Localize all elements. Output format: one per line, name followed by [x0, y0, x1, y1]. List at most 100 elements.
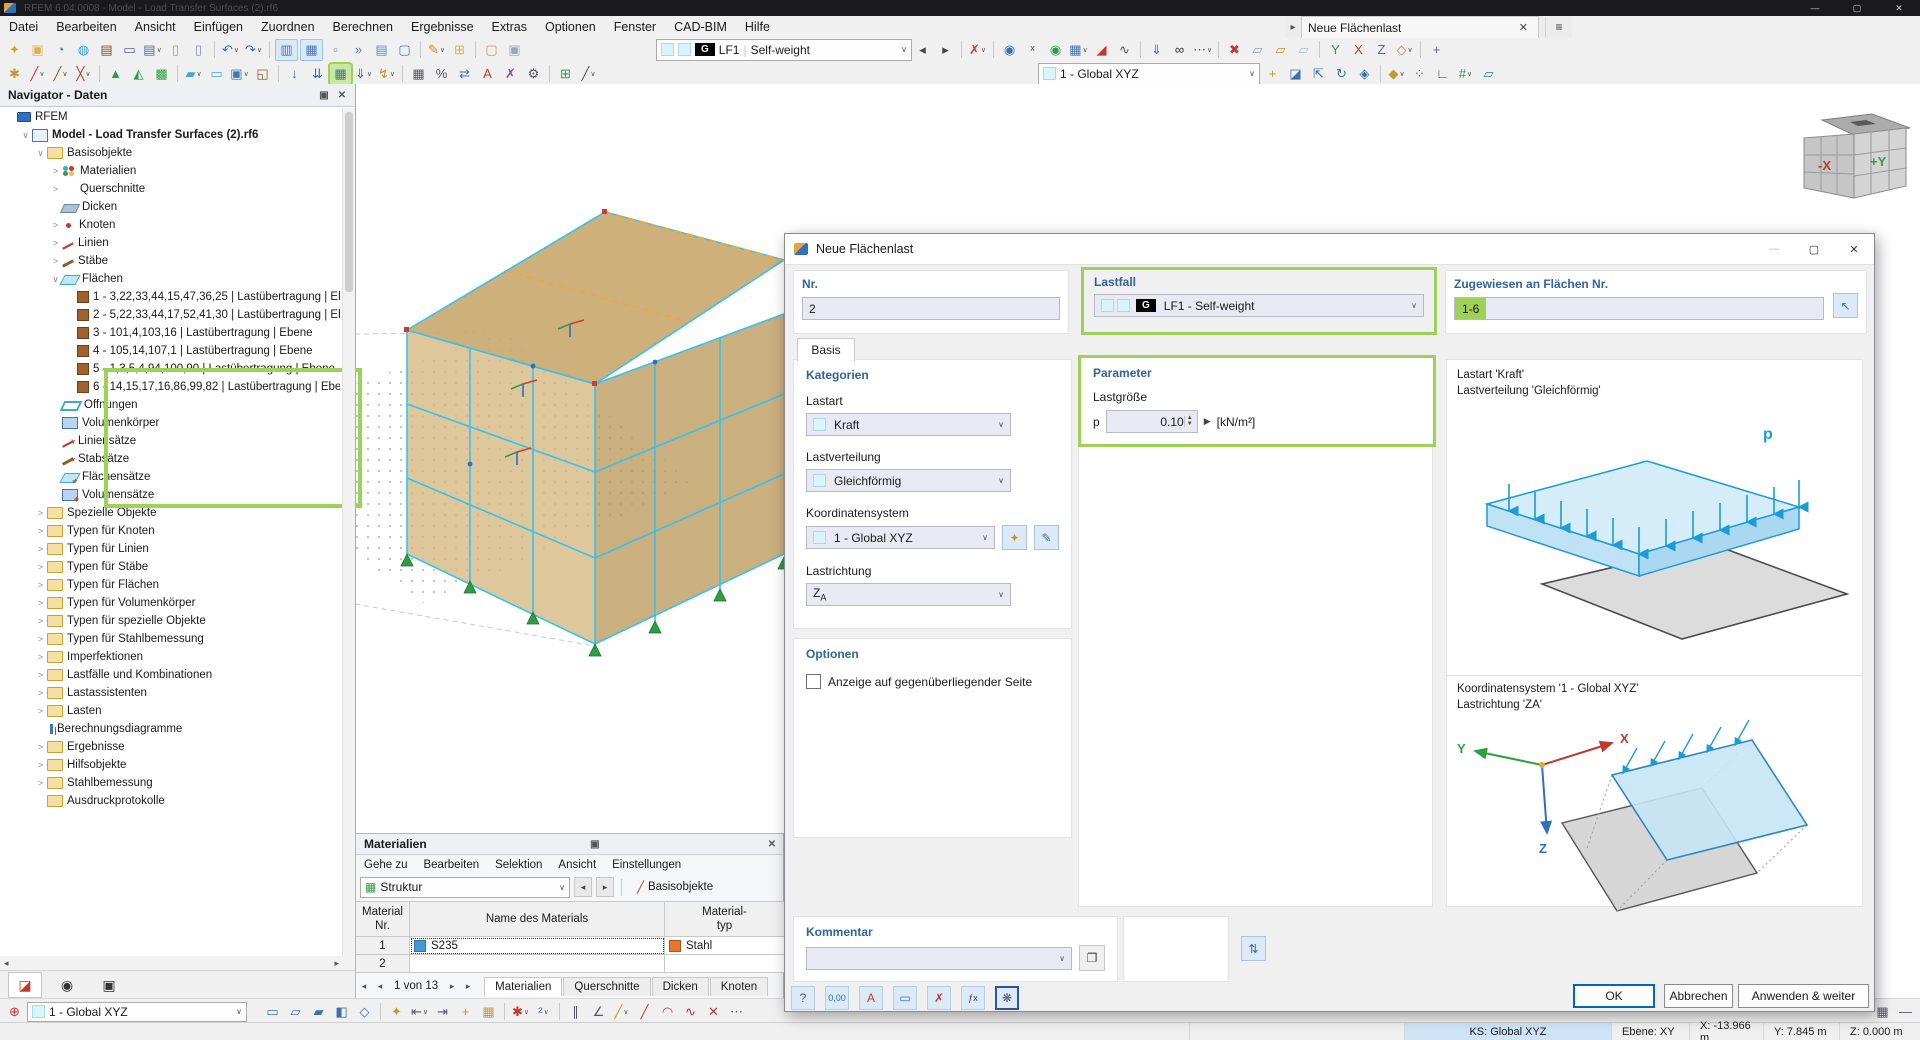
dropdown-arrow-icon[interactable]: ∨: [62, 70, 67, 78]
select-window-icon[interactable]: ▭: [262, 1002, 283, 1022]
tree-item[interactable]: > Typen für Linien: [0, 540, 340, 558]
tree-expander-icon[interactable]: >: [34, 760, 47, 770]
menu-item[interactable]: Ansicht: [126, 16, 185, 38]
arc-icon[interactable]: ◠: [657, 1002, 678, 1022]
cancel-button[interactable]: Abbrechen: [1664, 984, 1733, 1008]
tree-expander-icon[interactable]: >: [49, 184, 62, 194]
tree-item[interactable]: > Lastfälle und Kombinationen: [0, 666, 340, 684]
dimension-icon[interactable]: ⇤∨: [409, 1002, 430, 1022]
tree-item[interactable]: ∨ Basisobjekte: [0, 144, 340, 162]
dock-tables-icon[interactable]: ▦: [1872, 1002, 1893, 1022]
units-settings-button[interactable]: 0,00: [825, 986, 849, 1010]
help-button[interactable]: ?: [791, 986, 815, 1010]
dropdown-arrow-icon[interactable]: ∨: [440, 46, 445, 54]
move-copy-icon[interactable]: ⇱: [1308, 64, 1329, 84]
table-group-combo[interactable]: ▦ Struktur ∨: [360, 877, 570, 898]
workplane-icon[interactable]: +: [1426, 40, 1447, 60]
view-top-icon[interactable]: ◧: [331, 1002, 352, 1022]
navigator-vertical-scrollbar[interactable]: [342, 108, 355, 1008]
tab-basis[interactable]: Basis: [797, 338, 855, 362]
tree-item[interactable]: > Querschnitte: [0, 180, 340, 198]
views-more-icon[interactable]: ⋯∨: [1192, 40, 1213, 60]
ok-button[interactable]: OK: [1573, 984, 1655, 1008]
new-surface-icon[interactable]: ▰∨: [183, 64, 204, 84]
tree-expander-icon[interactable]: >: [34, 544, 47, 554]
previous-row-button[interactable]: ◂: [372, 981, 388, 992]
dimension-xx-icon[interactable]: ⇥: [432, 1002, 453, 1022]
delete-input-button[interactable]: ✗: [927, 986, 951, 1010]
edit-mode-icon[interactable]: ✎∨: [426, 40, 447, 60]
new-free-load-icon[interactable]: ⇓∨: [353, 64, 374, 84]
save-model-icon[interactable]: ◔: [50, 40, 71, 60]
float-panel-icon[interactable]: ▣: [586, 839, 604, 850]
collapse-panel-icon[interactable]: —: [1895, 1002, 1916, 1022]
table-tab[interactable]: Dicken: [652, 977, 709, 996]
tree-expander-icon[interactable]: >: [34, 634, 47, 644]
mirror-icon[interactable]: ◈: [1354, 64, 1375, 84]
display-navigator-tab[interactable]: ◉: [50, 972, 84, 998]
dropdown-arrow-icon[interactable]: ∨: [1399, 70, 1404, 78]
new-model-icon[interactable]: ✦: [4, 40, 25, 60]
new-surface-support-icon[interactable]: ▩: [151, 64, 172, 84]
view-in-z-icon[interactable]: Z: [1371, 40, 1392, 60]
view-front-icon[interactable]: ▱: [285, 1002, 306, 1022]
rendering-glasses-icon[interactable]: ∞: [1169, 40, 1190, 60]
more-tools-icon[interactable]: ⋯: [726, 1002, 747, 1022]
dialog-title-bar[interactable]: Neue Flächenlast —▢✕: [785, 234, 1874, 265]
tree-item[interactable]: ∨ Flächen: [0, 270, 340, 288]
new-view-icon[interactable]: ✦: [386, 1002, 407, 1022]
pointer-mode-icon[interactable]: ╱∨: [578, 64, 599, 84]
spinner-control[interactable]: ▲▼: [1184, 416, 1195, 427]
close-table-icon[interactable]: ✕: [763, 839, 781, 850]
table-tab[interactable]: Knoten: [710, 977, 768, 996]
open-web-model-icon[interactable]: ◍: [73, 40, 94, 60]
views-navigator-tab[interactable]: ▣: [92, 972, 126, 998]
diagonal-line-icon[interactable]: ╱∨: [611, 1002, 632, 1022]
printout-report-icon[interactable]: ▯: [188, 40, 209, 60]
tree-item[interactable]: > Knoten: [0, 216, 340, 234]
deselect-all-icon[interactable]: ✖: [1224, 40, 1245, 60]
print-icon[interactable]: ▤∨: [142, 40, 163, 60]
tree-item[interactable]: 4 - 105,14,107,1 | Lastübertragung | Ebe…: [0, 342, 340, 360]
minimize-button[interactable]: —: [1794, 0, 1836, 16]
function-editor-button[interactable]: ƒx: [961, 986, 985, 1010]
new-thickness-icon[interactable]: ◱: [252, 64, 273, 84]
edit-coordinate-system-button[interactable]: ✎: [1034, 525, 1059, 550]
sync-icon[interactable]: ⇄: [454, 64, 475, 84]
tree-item[interactable]: > Stahlbemessung: [0, 774, 340, 792]
tree-item[interactable]: > Linien: [0, 234, 340, 252]
next-loadcase-button[interactable]: ▸: [935, 40, 956, 60]
expand-arrow-icon[interactable]: ▶: [1204, 416, 1211, 427]
panel-frame-icon[interactable]: ▢: [394, 40, 415, 60]
tree-expander-icon[interactable]: >: [34, 598, 47, 608]
panel-navigator-icon[interactable]: ▥: [275, 39, 298, 61]
new-window-icon[interactable]: ▢: [481, 40, 502, 60]
last-row-button[interactable]: ▸: [460, 981, 476, 992]
tree-item[interactable]: Flächensätze: [0, 468, 340, 486]
grid-settings-icon[interactable]: ⁘: [1409, 64, 1430, 84]
close-button[interactable]: ✕: [1878, 0, 1920, 16]
tree-item[interactable]: > Typen für Volumenkörper: [0, 594, 340, 612]
dropdown-arrow-icon[interactable]: ∨: [1407, 46, 1412, 54]
display-properties-icon[interactable]: ▦∨: [1068, 40, 1089, 60]
new-node-icon[interactable]: ✱: [4, 64, 25, 84]
numbering-icon[interactable]: ²∨: [533, 1002, 554, 1022]
dropdown-arrow-icon[interactable]: ∨: [85, 70, 90, 78]
cs-edit-icon[interactable]: ◪: [1285, 64, 1306, 84]
table-tab[interactable]: Materialien: [484, 977, 562, 996]
transparent-display-icon[interactable]: ▱: [1293, 40, 1314, 60]
snap-node-icon[interactable]: ✱∨: [510, 1002, 531, 1022]
loadcase-combo[interactable]: G LF1 | Self-weight ∨: [656, 39, 912, 61]
tree-expander-icon[interactable]: >: [34, 526, 47, 536]
new-surface-load-button[interactable]: ▦: [330, 64, 351, 84]
material-name-cell[interactable]: [410, 955, 665, 973]
tree-item[interactable]: > Typen für Knoten: [0, 522, 340, 540]
dropdown-arrow-icon[interactable]: ∨: [544, 1008, 549, 1016]
snap-icon[interactable]: ◆∨: [1386, 64, 1407, 84]
opposite-side-checkbox[interactable]: [806, 674, 821, 689]
tree-expander-icon[interactable]: >: [34, 670, 47, 680]
new-coordinate-system-button[interactable]: ✦: [1002, 525, 1027, 550]
new-solid-icon[interactable]: ▣∨: [229, 64, 250, 84]
dropdown-arrow-icon[interactable]: ∨: [623, 1008, 628, 1016]
menu-item[interactable]: Extras: [483, 16, 536, 38]
